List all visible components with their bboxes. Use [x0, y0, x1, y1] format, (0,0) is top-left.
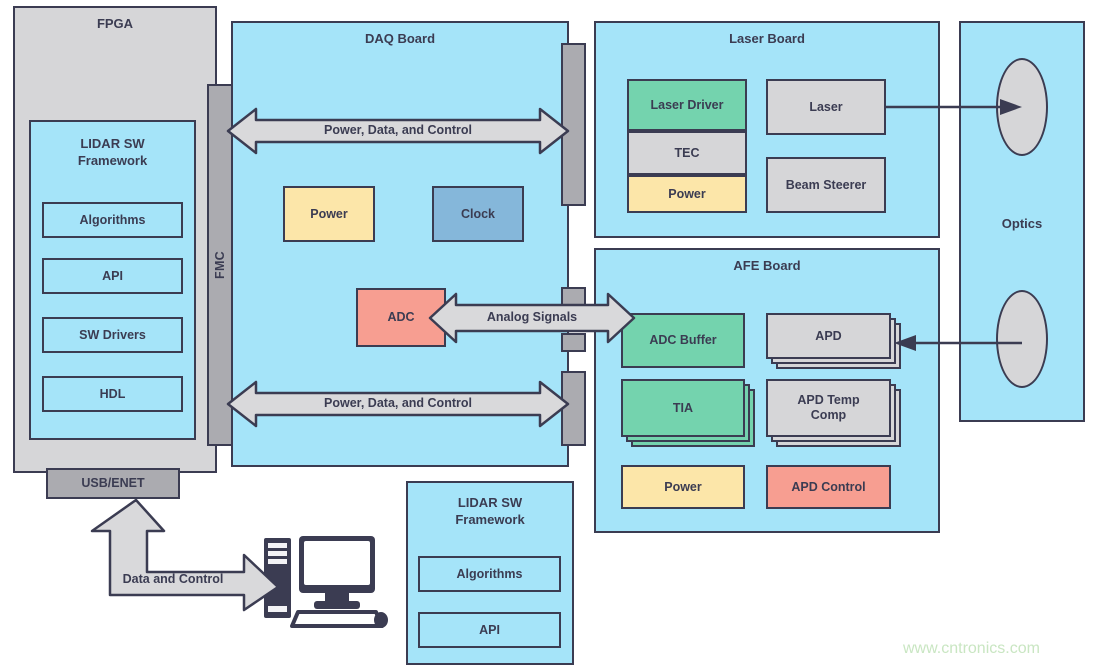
fpga-title: FPGA	[96, 16, 134, 31]
arrow-optics-to-apd	[894, 335, 1022, 351]
afe-block-adc-buffer: ADC Buffer	[621, 313, 745, 368]
host-block-api: API	[418, 612, 561, 648]
apd-temp-comp-label-line2: Comp	[810, 408, 847, 422]
afe-block-power: Power	[621, 465, 745, 509]
tia-label: TIA	[672, 400, 694, 415]
arrow-data-and-control	[90, 498, 280, 612]
optics-title: Optics	[1001, 216, 1043, 231]
lidar-system-block-diagram: FPGA LIDAR SW Framework Algorithms API S…	[0, 0, 1098, 669]
daq-board-title: DAQ Board	[364, 31, 436, 46]
fpga-block-sw-drivers: SW Drivers	[42, 317, 183, 353]
fpga-block-hdl-label: HDL	[99, 386, 126, 401]
arrow-top-label: Power, Data, and Control	[324, 123, 472, 137]
host-block-api-label: API	[479, 622, 500, 637]
arrow-data-and-control-label: Data and Control	[122, 572, 224, 586]
fpga-framework-title-line1: LIDAR SW	[80, 136, 145, 151]
daq-block-power: Power	[283, 186, 375, 242]
host-framework-title-line2: Framework	[455, 511, 525, 527]
afe-block-apd: APD	[766, 313, 891, 359]
fpga-block-api-label: API	[102, 268, 123, 283]
afe-block-apd-temp-comp-stack: APD Temp Comp	[766, 379, 901, 447]
fpga-block-hdl: HDL	[42, 376, 183, 412]
laser-board-block-laser: Laser	[766, 79, 886, 135]
arrow-laser-to-optics	[886, 99, 1022, 115]
host-block-algorithms-label: Algorithms	[456, 566, 523, 581]
desktop-computer-icon	[264, 536, 388, 628]
daq-block-clock: Clock	[432, 186, 524, 242]
usb-enet-label: USB/ENET	[81, 476, 145, 490]
apd-temp-comp-label-line1: APD Temp	[797, 393, 860, 407]
laser-board-block-tec: TEC	[627, 131, 747, 175]
afe-block-apd-stack: APD	[766, 313, 901, 369]
apd-label: APD	[815, 328, 842, 343]
arrow-bottom-label: Power, Data, and Control	[324, 396, 472, 410]
fpga-block-algorithms: Algorithms	[42, 202, 183, 238]
fmc-label: FMC	[212, 251, 227, 279]
laser-power-label: Power	[668, 186, 706, 201]
daq-block-adc-label: ADC	[387, 310, 415, 324]
apd-control-label: APD Control	[791, 479, 866, 494]
laser-board-block-laser-driver: Laser Driver	[627, 79, 747, 131]
tec-label: TEC	[674, 145, 700, 160]
daq-block-clock-label: Clock	[460, 206, 496, 221]
adc-buffer-label: ADC Buffer	[649, 333, 717, 347]
laser-label: Laser	[809, 99, 843, 114]
fpga-block-algorithms-label: Algorithms	[79, 212, 146, 227]
arrow-analog-label: Analog Signals	[486, 310, 578, 324]
laser-driver-label: Laser Driver	[650, 97, 724, 112]
laser-board-block-beam-steerer: Beam Steerer	[766, 157, 886, 213]
host-block-algorithms: Algorithms	[418, 556, 561, 592]
afe-block-apd-control: APD Control	[766, 465, 891, 509]
daq-block-power-label: Power	[310, 206, 348, 221]
laser-board-title: Laser Board	[729, 31, 805, 46]
afe-board-title: AFE Board	[733, 258, 801, 273]
usb-enet-connector: USB/ENET	[46, 468, 180, 499]
fpga-block-sw-drivers-label: SW Drivers	[79, 327, 146, 342]
fpga-block-api: API	[42, 258, 183, 294]
beam-steerer-label: Beam Steerer	[785, 177, 867, 192]
afe-power-label: Power	[664, 479, 702, 494]
afe-block-tia-stack: TIA	[621, 379, 755, 447]
laser-board-block-power: Power	[627, 175, 747, 213]
fpga-framework-title-line2: Framework	[77, 152, 148, 168]
afe-block-tia: TIA	[621, 379, 745, 437]
afe-block-apd-temp-comp: APD Temp Comp	[766, 379, 891, 437]
host-framework-title-line1: LIDAR SW	[457, 495, 523, 510]
watermark: www.cntronics.com	[903, 640, 1040, 657]
